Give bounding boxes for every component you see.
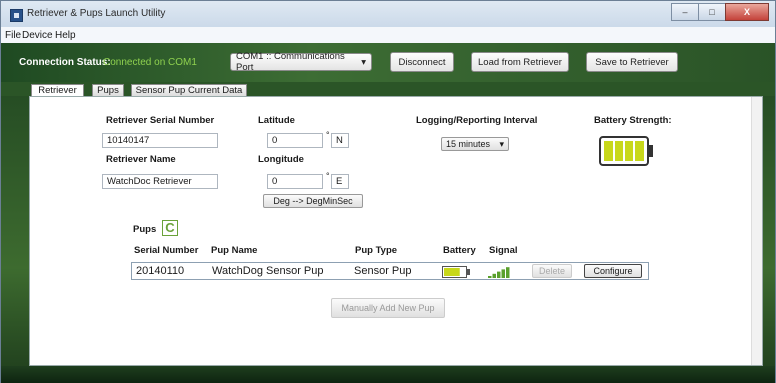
manually-add-new-pup-button[interactable]: Manually Add New Pup (331, 298, 445, 318)
menu-bar: File Device Help (1, 27, 775, 44)
logging-interval-label: Logging/Reporting Interval (416, 115, 538, 126)
degree-mark: ° (326, 171, 330, 181)
connection-status-value: Connected on COM1 (103, 57, 197, 68)
degree-mark: ° (326, 130, 330, 140)
longitude-hemisphere[interactable]: E (331, 174, 349, 189)
signal-bar (506, 267, 510, 278)
load-from-retriever-button[interactable]: Load from Retriever (471, 52, 569, 72)
menu-help[interactable]: Help (55, 30, 76, 41)
window-title: Retriever & Pups Launch Utility (27, 8, 166, 19)
tab-pups[interactable]: Pups (92, 84, 124, 96)
signal-icon (488, 266, 512, 278)
col-battery: Battery (443, 245, 476, 256)
pup-type: Sensor Pup (354, 265, 412, 277)
latitude-hemisphere[interactable]: N (331, 133, 349, 148)
configure-button[interactable]: Configure (584, 264, 642, 278)
longitude-label: Longitude (258, 154, 304, 165)
retriever-name-label: Retriever Name (106, 154, 176, 165)
status-bar (1, 366, 775, 383)
app-window: Retriever & Pups Launch Utility – □ X Fi… (0, 0, 776, 383)
delete-button[interactable]: Delete (532, 264, 572, 278)
pups-label: Pups (133, 224, 157, 235)
close-button[interactable]: X (725, 3, 769, 21)
retriever-battery-icon (599, 136, 655, 166)
menu-device[interactable]: Device (22, 30, 53, 41)
minimize-button[interactable]: – (671, 3, 699, 21)
col-pup-type: Pup Type (355, 245, 398, 256)
col-signal: Signal (489, 245, 518, 256)
save-to-retriever-button[interactable]: Save to Retriever (586, 52, 678, 72)
chevron-down-icon: ▾ (499, 138, 504, 149)
signal-bar (501, 269, 505, 278)
pup-battery-icon (442, 266, 472, 278)
chevron-down-icon: ▾ (361, 56, 366, 68)
title-bar: Retriever & Pups Launch Utility – □ X (1, 1, 775, 27)
interval-select-value: 15 minutes (446, 139, 491, 149)
maximize-button[interactable]: □ (698, 3, 726, 21)
signal-bar (497, 271, 501, 278)
refresh-icon[interactable]: C (162, 220, 178, 236)
disconnect-button[interactable]: Disconnect (390, 52, 454, 72)
retriever-serial-input[interactable]: 10140147 (102, 133, 218, 148)
pup-name: WatchDog Sensor Pup (212, 265, 324, 277)
tab-sensor-pup-current-data[interactable]: Sensor Pup Current Data (131, 84, 247, 96)
interval-select[interactable]: 15 minutes ▾ (441, 137, 509, 151)
battery-strength-label: Battery Strength: (594, 115, 672, 126)
connection-toolbar: Connection Status: Connected on COM1 COM… (1, 43, 775, 82)
signal-bar (492, 273, 496, 278)
deg-to-degminsec-button[interactable]: Deg --> DegMinSec (263, 194, 363, 208)
longitude-input[interactable]: 0 (267, 174, 323, 189)
pup-serial: 20140110 (136, 265, 185, 277)
port-select-value: COM1 :: Communications Port (236, 51, 345, 73)
table-row[interactable]: 20140110 WatchDog Sensor Pup Sensor Pup … (131, 262, 649, 280)
connection-status-label: Connection Status: (19, 57, 111, 68)
app-icon (10, 9, 23, 22)
scrollbar[interactable] (751, 97, 762, 365)
tab-strip: Retriever Pups Sensor Pup Current Data (1, 82, 775, 96)
menu-file[interactable]: File (5, 30, 21, 41)
latitude-input[interactable]: 0 (267, 133, 323, 148)
col-pup-name: Pup Name (211, 245, 258, 256)
signal-bar (488, 276, 492, 278)
tab-retriever[interactable]: Retriever (31, 84, 84, 96)
retriever-name-input[interactable]: WatchDoc Retriever (102, 174, 218, 189)
retriever-panel: Retriever Serial Number 10140147 Retriev… (29, 96, 763, 366)
retriever-serial-label: Retriever Serial Number (106, 115, 215, 126)
port-select[interactable]: COM1 :: Communications Port ▾ (230, 51, 372, 73)
col-serial-number: Serial Number (134, 245, 199, 256)
latitude-label: Latitude (258, 115, 295, 126)
